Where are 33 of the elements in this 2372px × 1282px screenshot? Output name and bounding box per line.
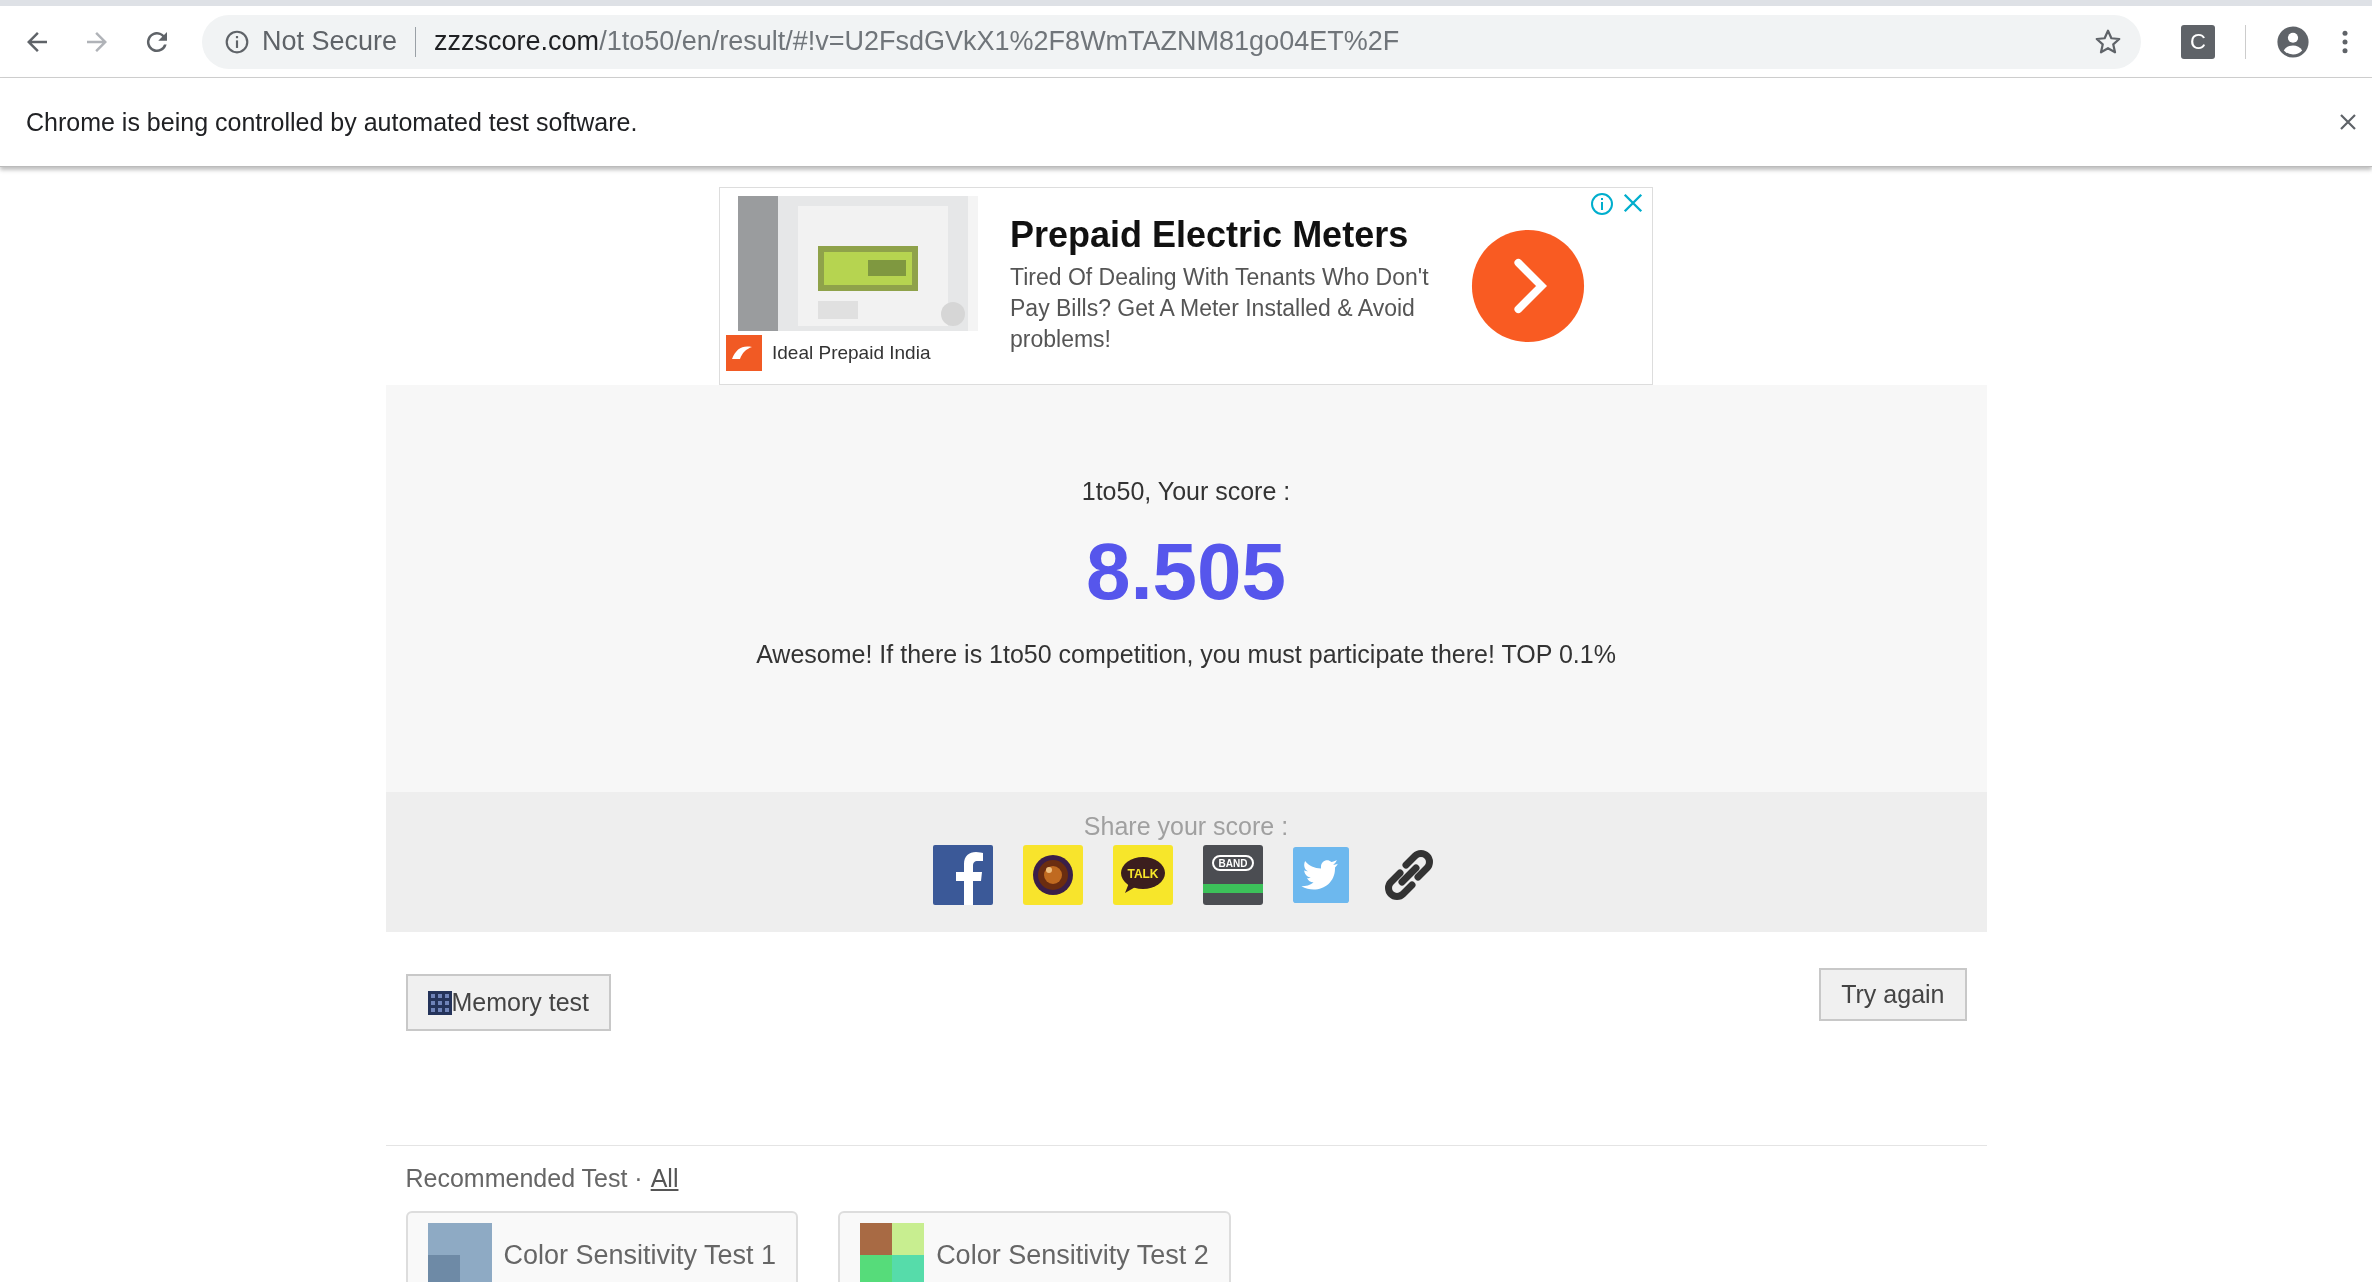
- ad-title: Prepaid Electric Meters: [1010, 214, 1410, 256]
- advertiser-name: Ideal Prepaid India: [772, 342, 931, 364]
- score-label: 1to50, Your score :: [1081, 477, 1291, 506]
- camera-lens-icon[interactable]: [1023, 845, 1083, 905]
- advertiser-logo-icon: [726, 335, 762, 371]
- score-message: Awesome! If there is 1to50 competition, you must participate there! TOP 0.1%: [756, 640, 1616, 669]
- try-again-button[interactable]: Try again: [1819, 968, 1967, 1021]
- url-text: zzzscore.com/1to50/en/result/#!v=U2FsdGVkX1%2F8WmTAZNM81go04ET%2F: [434, 26, 1401, 57]
- info-icon[interactable]: [1590, 192, 1614, 216]
- ad-body: Tired Of Dealing With Tenants Who Don't Pay Bills? Get A Meter Installed & Avoid problems!: [1010, 263, 1430, 354]
- recommended-heading: Recommended Test ·: [405, 1164, 643, 1193]
- memory-test-button[interactable]: Memory test: [405, 974, 612, 1031]
- band-icon[interactable]: BAND: [1203, 845, 1263, 905]
- info-icon[interactable]: [224, 28, 250, 55]
- grid-icon: [427, 990, 452, 1015]
- test-title: Color Sensitivity Test 2: [936, 1239, 1209, 1271]
- address-bar[interactable]: Not Secure zzzscore.com/1to50/en/result/#!v=U2FsdGVkX1%2F8WmTAZNM81go04ET%2F: [202, 14, 2141, 69]
- profile-icon[interactable]: [2276, 24, 2310, 59]
- test-card[interactable]: Color Sensitivity Test 1: [405, 1211, 799, 1282]
- talk-bubble-icon[interactable]: TALK: [1113, 845, 1173, 905]
- close-icon[interactable]: [2338, 112, 2358, 132]
- infobar-message: Chrome is being controlled by automated test software.: [26, 107, 638, 137]
- test-title: Color Sensitivity Test 1: [503, 1239, 777, 1271]
- all-link[interactable]: All: [650, 1164, 679, 1193]
- close-icon[interactable]: [1622, 192, 1644, 214]
- test-card[interactable]: Color Sensitivity Test 2: [838, 1211, 1231, 1282]
- ad-banner[interactable]: Ideal Prepaid India Prepaid Electric Meters Tired Of Dealing With Tenants Who Don't Pay Bills? Get A Meter Installed & Avoid problems!: [719, 187, 1653, 385]
- facebook-icon[interactable]: [933, 845, 993, 905]
- security-label: Not Secure: [262, 26, 398, 57]
- chevron-right-icon[interactable]: [1470, 228, 1586, 344]
- extension-button[interactable]: C: [2181, 24, 2215, 59]
- score-value: 8.505: [1085, 526, 1287, 618]
- share-label: Share your score :: [1083, 812, 1289, 841]
